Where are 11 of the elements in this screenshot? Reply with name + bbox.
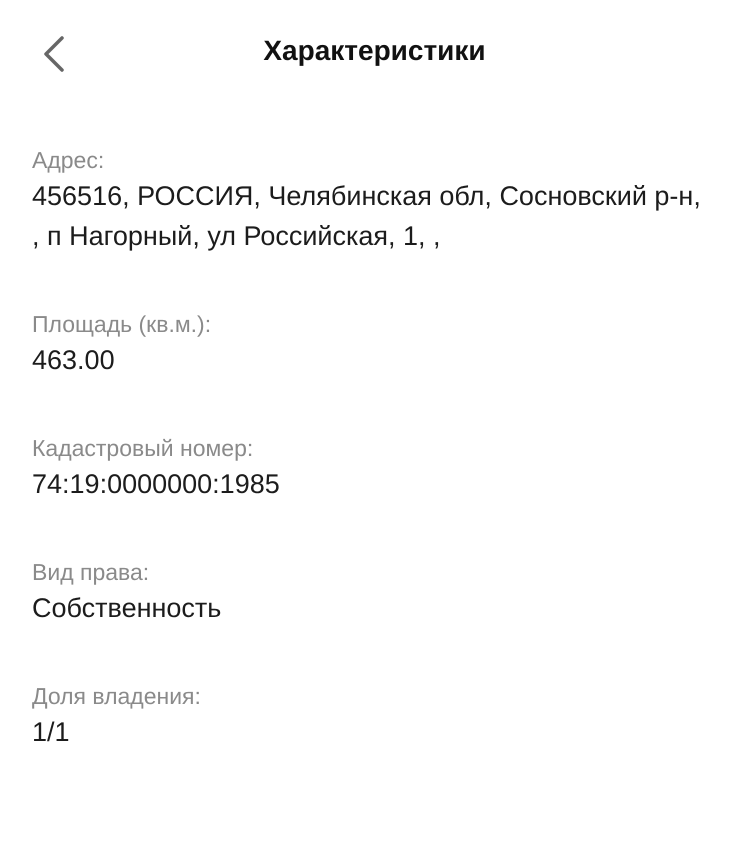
- field-value: 1/1: [32, 716, 71, 749]
- field-label: Адрес:: [32, 146, 106, 175]
- field-value: 456516, РОССИЯ, Челябинская обл, Сосновский р-н, , п Нагорный, ул Российская, 1, ,: [32, 180, 702, 253]
- field-value: Собственность: [32, 592, 222, 625]
- field-label: Вид права:: [32, 558, 150, 587]
- field-label: Доля владения:: [32, 682, 202, 711]
- field-label: Площадь (кв.м.):: [32, 310, 212, 339]
- page-title: Характеристики: [263, 35, 486, 67]
- field-label: Кадастровый номер:: [32, 434, 254, 463]
- field-value: 463.00: [32, 344, 116, 377]
- field-value: 74:19:0000000:1985: [32, 468, 281, 501]
